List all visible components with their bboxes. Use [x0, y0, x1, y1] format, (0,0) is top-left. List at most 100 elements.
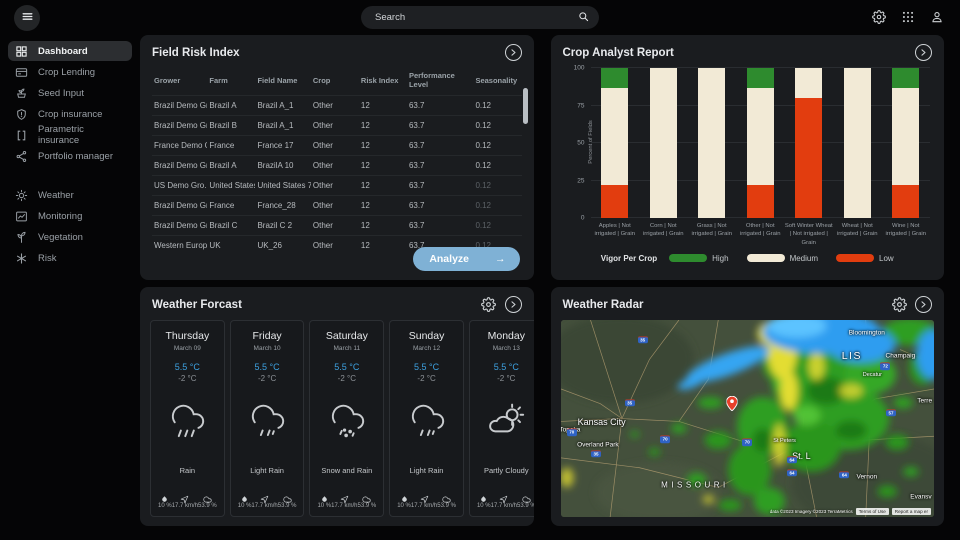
highway-shield-70: 70: [660, 435, 670, 443]
wind-value: 17.7 km/h: [331, 503, 357, 509]
bar-corn: [650, 68, 677, 218]
analyze-button[interactable]: Analyze→: [413, 247, 519, 271]
cell-seasonality: 0.12: [473, 156, 521, 176]
org-icon: [15, 150, 28, 163]
sidebar-item-crop-insurance[interactable]: Crop insurance: [8, 104, 132, 124]
sidebar-item-dashboard[interactable]: Dashboard: [8, 41, 132, 61]
legend-swatch: [836, 254, 874, 262]
forecast-card-saturday[interactable]: Saturday March 11 5.5 °C -2 °C Snow and …: [309, 320, 384, 517]
sidebar-item-portfolio-manager[interactable]: Portfolio manager: [8, 146, 132, 166]
sidebar-item-seed-input[interactable]: Seed Input: [8, 83, 132, 103]
x-tick-label: Wine | Not irrigated | Grain: [882, 222, 931, 247]
cell-seasonality: 0.12: [473, 116, 521, 136]
cell-risk-index: 12: [359, 136, 407, 156]
forecast-card-friday[interactable]: Friday March 10 5.5 °C -2 °C Light Rain …: [230, 320, 305, 517]
cell-farm: UK: [207, 236, 255, 256]
sidebar-item-crop-lending[interactable]: Crop Lending: [8, 62, 132, 82]
arrow-right-icon: →: [495, 253, 506, 265]
highway-shield-35: 35: [591, 450, 601, 458]
field-risk-title: Field Risk Index: [152, 47, 505, 59]
radar-settings-button[interactable]: [891, 297, 907, 313]
table-row[interactable]: Brazil Demo Gro...FranceFrance_28Other12…: [152, 196, 522, 216]
chart-icon: [15, 210, 28, 223]
sidebar-item-parametric-insurance[interactable]: Parametric insurance: [8, 125, 132, 145]
radar-expand-button[interactable]: [915, 296, 932, 313]
forecast-settings-button[interactable]: [481, 297, 497, 313]
forecast-expand-button[interactable]: [505, 296, 522, 313]
segment-medium: [892, 88, 919, 186]
topbar: Search: [0, 0, 960, 35]
brackets-icon: [15, 129, 28, 142]
highway-shield-72: 72: [880, 363, 890, 371]
bar-wine: [892, 68, 919, 218]
stacked-bar-chart: Percent of Fields 0255075100: [591, 68, 931, 218]
column-header-risk-index: Risk Index: [359, 66, 407, 96]
terms-link[interactable]: Terms of Use: [856, 508, 889, 515]
report-error-link[interactable]: Report a map er: [892, 508, 931, 515]
forecast-condition: Rain: [180, 466, 195, 475]
table-row[interactable]: Brazil Demo Gro...Brazil CBrazil C 2Othe…: [152, 216, 522, 236]
forecast-card-sunday[interactable]: Sunday March 12 5.5 °C -2 °C Light Rain …: [389, 320, 464, 517]
forecast-card-thursday[interactable]: Thursday March 09 5.5 °C -2 °C Rain 10 %…: [150, 320, 225, 517]
apps-button[interactable]: [895, 5, 921, 31]
weather-radar-panel: Weather Radar: [551, 287, 945, 526]
humidity-cloud-icon: [362, 491, 371, 500]
cell-grower: Western Europe...: [152, 236, 207, 256]
precipitation-icon: [479, 491, 488, 500]
legend-label: High: [712, 254, 728, 263]
apps-grid-icon: [901, 10, 915, 27]
user-icon: [930, 10, 944, 27]
forecast-day: Thursday: [165, 330, 209, 342]
table-row[interactable]: Brazil Demo Gro...Brazil ABrazil A_1Othe…: [152, 96, 522, 116]
menu-button[interactable]: [14, 5, 40, 31]
account-button[interactable]: [924, 5, 950, 31]
cell-grower: Brazil Demo Gro...: [152, 116, 207, 136]
sidebar-item-vegetation[interactable]: Vegetation: [8, 227, 132, 247]
cell-field-name: France_28: [255, 196, 310, 216]
table-row[interactable]: Brazil Demo Gro...Brazil ABrazilA 10Othe…: [152, 156, 522, 176]
shield-icon: [15, 108, 28, 121]
cell-field-name: France 17: [255, 136, 310, 156]
cell-crop: Other: [311, 136, 359, 156]
forecast-card-monday[interactable]: Monday March 13 5.5 °C -2 °C Partly Clou…: [469, 320, 534, 517]
gear-icon: [481, 300, 496, 315]
cell-field-name: Brazil A_1: [255, 96, 310, 116]
cell-farm: Brazil A: [207, 96, 255, 116]
highway-shield-70: 70: [567, 429, 577, 437]
crop-analyst-expand-button[interactable]: [915, 44, 932, 61]
field-risk-expand-button[interactable]: [505, 44, 522, 61]
segment-medium: [747, 88, 774, 186]
table-scrollbar[interactable]: [523, 88, 528, 124]
sidebar-item-risk[interactable]: Risk: [8, 248, 132, 268]
forecast-high-temp: 5.5 °C: [414, 362, 439, 372]
sidebar-item-monitoring[interactable]: Monitoring: [8, 206, 132, 226]
x-tick-label: Other | Not irrigated | Grain: [736, 222, 785, 247]
settings-button[interactable]: [866, 5, 892, 31]
chevron-right-icon: [509, 45, 518, 60]
cell-field-name: Brazil C 2: [255, 216, 310, 236]
y-tick-label: 100: [574, 65, 585, 72]
precipitation-icon: [400, 491, 409, 500]
search-bar[interactable]: Search: [361, 6, 599, 29]
sidebar-item-label: Monitoring: [38, 211, 82, 222]
radar-map[interactable]: TopekaKansas CityOverland ParkMISSOURISt…: [561, 320, 935, 517]
humidity-value: 53.9 %: [517, 503, 534, 509]
humidity-cloud-icon: [522, 491, 531, 500]
cell-grower: Brazil Demo Gro...: [152, 216, 207, 236]
highway-shield-64: 64: [787, 469, 797, 477]
table-row[interactable]: US Demo Gro...United StatesUnited States…: [152, 176, 522, 196]
legend-item-low: Low: [836, 254, 894, 263]
wind-icon: [499, 491, 508, 500]
sidebar-secondary-nav: Weather Monitoring Vegetation Risk: [0, 185, 140, 268]
forecast-low-temp: -2 °C: [178, 374, 196, 383]
forecast-condition: Light Rain: [410, 466, 444, 475]
table-row[interactable]: France Demo Gro...FranceFrance 17Other12…: [152, 136, 522, 156]
cell-risk-index: 12: [359, 216, 407, 236]
cell-field-name: United States 7: [255, 176, 310, 196]
table-row[interactable]: Brazil Demo Gro...Brazil BBrazil A_1Othe…: [152, 116, 522, 136]
sidebar-item-label: Risk: [38, 253, 56, 264]
sidebar-item-weather[interactable]: Weather: [8, 185, 132, 205]
sidebar-primary-nav: Dashboard Crop Lending Seed Input Crop i…: [0, 41, 140, 166]
cell-farm: France: [207, 196, 255, 216]
segment-medium: [698, 68, 725, 218]
